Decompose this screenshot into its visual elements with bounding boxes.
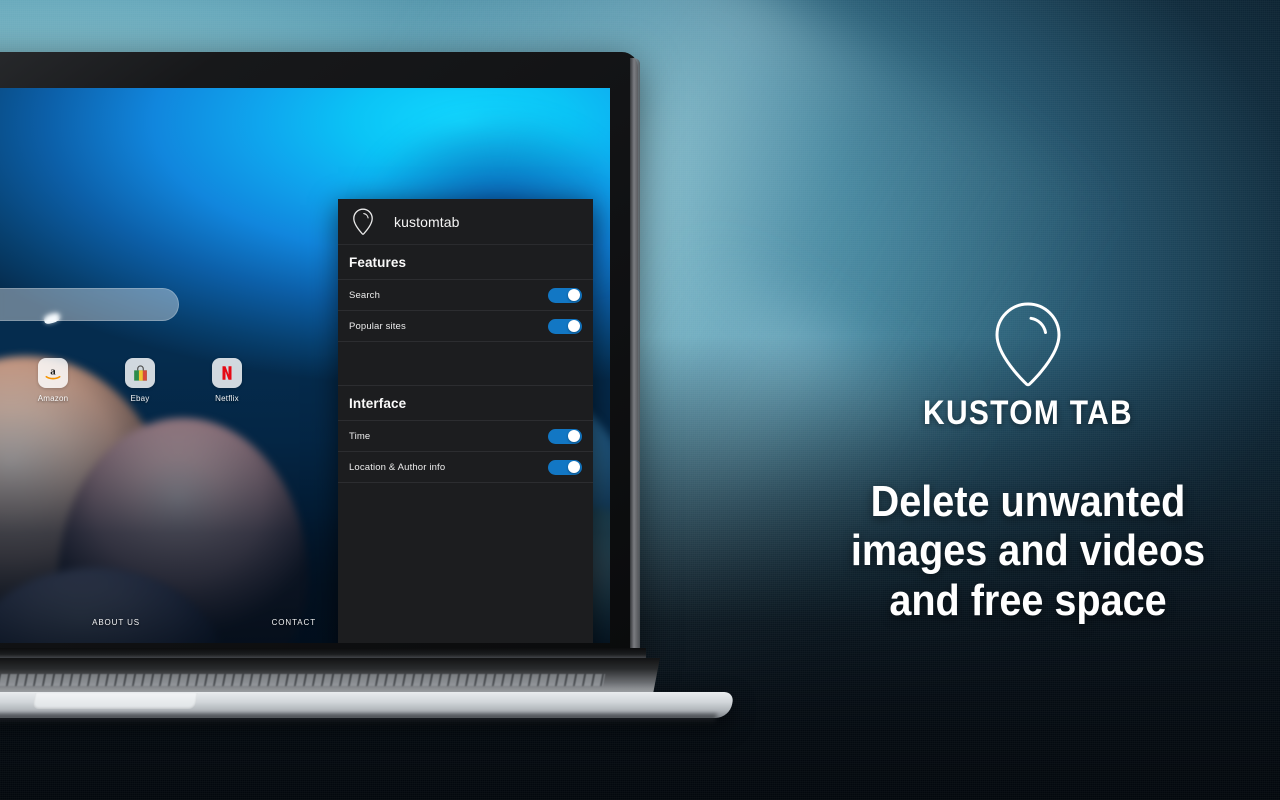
- toggle-popular-sites[interactable]: [548, 318, 582, 334]
- section-spacer: [338, 342, 593, 386]
- search-input[interactable]: [0, 288, 179, 321]
- shortcut-label: Netflix: [215, 394, 239, 403]
- panel-header: kustomtab: [338, 199, 593, 245]
- setting-label: Location & Author info: [349, 461, 446, 473]
- shortcut-amazon[interactable]: a Amazon: [23, 358, 83, 403]
- shopping-bag-icon: [125, 358, 155, 388]
- setting-label: Popular sites: [349, 320, 406, 332]
- amazon-icon: a: [38, 358, 68, 388]
- setting-label: Time: [349, 430, 371, 442]
- toggle-location-author-info[interactable]: [548, 459, 582, 475]
- section-heading-features: Features: [338, 245, 593, 280]
- laptop-lid-edge: [630, 58, 640, 656]
- footer-link-about-us[interactable]: ABOUT US: [92, 618, 140, 627]
- laptop-base-shadow: [0, 714, 717, 724]
- shortcut-label: Amazon: [37, 394, 69, 403]
- section-heading-interface: Interface: [338, 386, 593, 421]
- svg-text:a: a: [50, 366, 56, 378]
- shortcuts-row: Webstore a Amazon: [0, 358, 257, 403]
- toggle-knob: [568, 461, 580, 473]
- toggle-knob: [568, 430, 580, 442]
- promo-tagline: Delete unwanted images and videos and fr…: [839, 477, 1217, 625]
- promo-tagline-line-2: images and videos: [850, 526, 1206, 576]
- extension-popup-panel: kustomtab Features Search Popular sites: [338, 199, 593, 643]
- promo-brand-name: KUSTOM TAB: [923, 394, 1133, 432]
- promo-tagline-line-3: and free space: [889, 575, 1167, 625]
- shortcut-ebay[interactable]: Ebay: [110, 358, 170, 403]
- setting-row-location-author-info[interactable]: Location & Author info: [338, 452, 593, 483]
- location-pin-icon: [350, 207, 376, 237]
- setting-label: Search: [349, 289, 381, 301]
- setting-row-time[interactable]: Time: [338, 421, 593, 452]
- promo-text-block: KUSTOM TAB Delete unwanted images and vi…: [818, 300, 1238, 625]
- footer-links: EULA ABOUT US CONTACT: [0, 618, 316, 627]
- toggle-knob: [568, 289, 580, 301]
- footer-link-contact[interactable]: CONTACT: [272, 618, 316, 627]
- shortcut-netflix[interactable]: Netflix: [197, 358, 257, 403]
- promo-tagline-line-1: Delete unwanted: [870, 477, 1186, 526]
- shortcut-label: Ebay: [130, 394, 150, 403]
- promo-banner: Webstore a Amazon: [0, 0, 1280, 800]
- netflix-icon: [212, 358, 242, 388]
- toggle-time[interactable]: [548, 428, 582, 444]
- toggle-knob: [568, 320, 580, 332]
- toggle-search[interactable]: [548, 287, 582, 303]
- laptop-screen: Webstore a Amazon: [0, 88, 610, 643]
- laptop-mockup: Webstore a Amazon: [0, 52, 746, 752]
- panel-title: kustomtab: [394, 213, 460, 230]
- laptop-keys: [0, 674, 606, 686]
- setting-row-search[interactable]: Search: [338, 280, 593, 311]
- location-pin-icon: [818, 300, 1238, 388]
- laptop-trackpad-notch: [32, 693, 198, 709]
- setting-row-popular-sites[interactable]: Popular sites: [338, 311, 593, 342]
